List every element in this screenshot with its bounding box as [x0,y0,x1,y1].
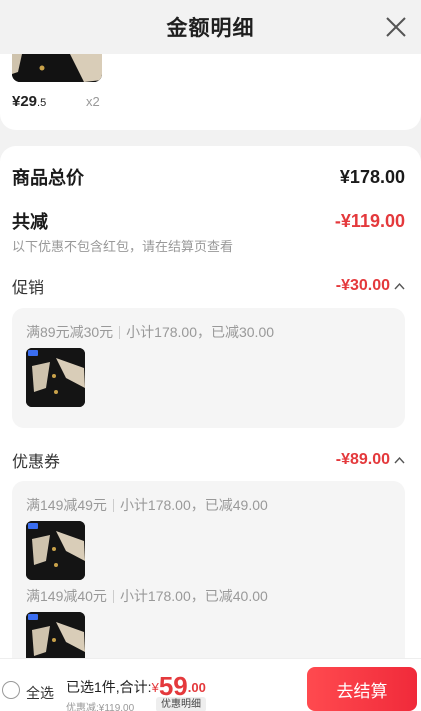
select-all-label[interactable]: 全选 [26,683,54,703]
checkout-bar: 全选 已选1件,合计:¥59.00 优惠减:¥119.00 优惠明细 去结算 [0,658,421,711]
product-thumbnail[interactable] [12,54,102,82]
amount-detail-sheet: 金额明细 ¥29.5 x2 商品总价 ¥178.00 共减 -¥119.00 以… [0,0,421,711]
promo-product-thumbnail[interactable] [26,348,85,407]
reduce-hint: 以下优惠不包含红包，请在结算页查看 [12,239,234,254]
promo-value[interactable]: -¥30.00 [336,277,405,295]
brand-badge-icon [28,350,38,356]
total-row: 商品总价 ¥178.00 [12,164,405,190]
reduce-label: 共减 [12,212,48,232]
promo-row[interactable]: 促销 -¥30.00 [12,274,405,298]
reduce-row: 共减 -¥119.00 [12,208,405,234]
close-icon[interactable] [383,14,409,40]
coupon-value[interactable]: -¥89.00 [336,451,405,469]
amount-detail-card: 商品总价 ¥178.00 共减 -¥119.00 以下优惠不包含红包，请在结算页… [0,146,421,671]
sheet-header: 金额明细 [0,0,421,54]
product-card: ¥29.5 x2 [0,54,421,130]
reduce-value: -¥119.00 [334,210,405,231]
coupon-rule-line-1: 满149减49元 小计178.00，已减49.00 [26,497,268,513]
coupon-label: 优惠券 [12,454,61,471]
total-label: 商品总价 [12,168,84,188]
coupon-box: 满149减49元 小计178.00，已减49.00 满149减40元 小计178.0… [12,481,405,671]
coupon-row[interactable]: 优惠券 -¥89.00 [12,448,405,472]
product-quantity: x2 [86,94,100,109]
coupon-product-thumbnail-1[interactable] [26,521,85,580]
select-all-radio-icon[interactable] [2,681,20,699]
discount-detail-button[interactable]: 优惠明细 [156,697,206,711]
promo-box: 满89元减30元 小计178.00，已减30.00 [12,308,405,428]
checkout-button[interactable]: 去结算 [307,667,417,711]
product-price: ¥29.5 [12,93,47,110]
chevron-up-icon [394,456,405,464]
promo-rule-line: 满89元减30元 小计178.00，已减30.00 [26,324,275,340]
brand-badge-icon [28,614,38,620]
brand-badge-icon [28,523,38,529]
discount-summary: 优惠减:¥119.00 [66,703,135,711]
coupon-rule-line-2: 满149减40元 小计178.00，已减40.00 [26,588,268,604]
sheet-title: 金额明细 [166,17,255,40]
total-value: ¥178.00 [339,166,405,187]
chevron-up-icon [394,282,405,290]
promo-label: 促销 [12,280,45,297]
